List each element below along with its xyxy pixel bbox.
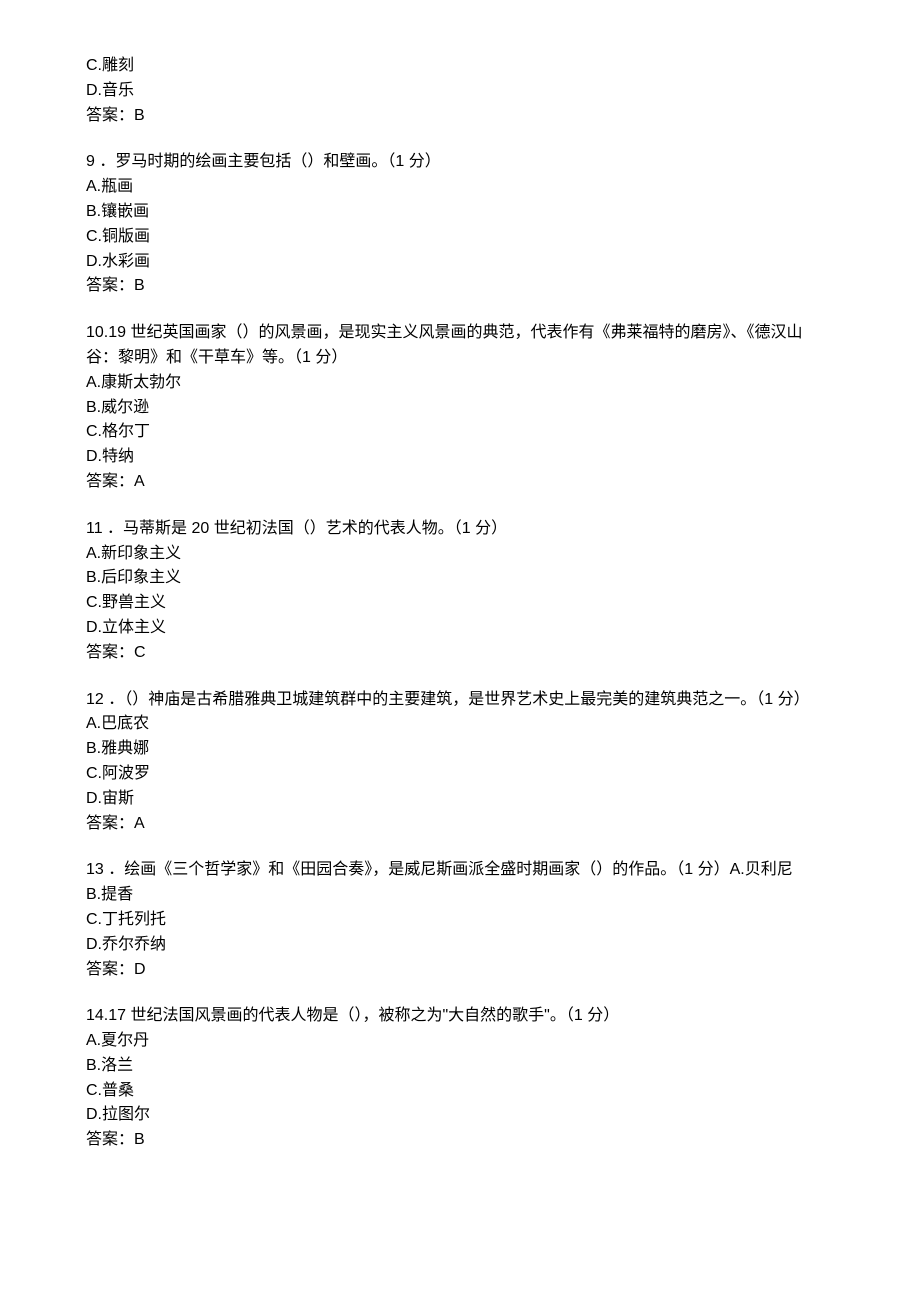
option-b: B.镶嵌画 [86, 200, 834, 225]
question-stem: 10.19 世纪英国画家（）的风景画，是现实主义风景画的典范，代表作有《弗莱福特… [86, 321, 834, 371]
option-b: B.提香 [86, 883, 834, 908]
option-b: B.洛兰 [86, 1054, 834, 1079]
answer-line: 答案：A [86, 470, 834, 495]
option-b: B.后印象主义 [86, 566, 834, 591]
option-c: C.野兽主义 [86, 591, 834, 616]
option-d: D.乔尔乔纳 [86, 933, 834, 958]
question-stem: 12 ．（）神庙是古希腊雅典卫城建筑群中的主要建筑，是世界艺术史上最完美的建筑典… [86, 688, 834, 713]
question-14: 14.17 世纪法国风景画的代表人物是（），被称之为"大自然的歌手"。（1 分）… [86, 1004, 834, 1153]
option-a: A.巴底农 [86, 712, 834, 737]
option-a: A.新印象主义 [86, 542, 834, 567]
question-stem: 11 ．马蒂斯是 20 世纪初法国（）艺术的代表人物。（1 分） [86, 517, 834, 542]
option-d: D.宙斯 [86, 787, 834, 812]
option-d: D.音乐 [86, 79, 834, 104]
answer-line: 答案：B [86, 1128, 834, 1153]
answer-line: 答案：D [86, 958, 834, 983]
question-13: 13 ．绘画《三个哲学家》和《田园合奏》，是威尼斯画派全盛时期画家（）的作品。（… [86, 858, 834, 982]
answer-line: 答案：C [86, 641, 834, 666]
option-b: B.威尔逊 [86, 396, 834, 421]
option-b: B.雅典娜 [86, 737, 834, 762]
option-d: D.拉图尔 [86, 1103, 834, 1128]
answer-line: 答案：A [86, 812, 834, 837]
option-c: C.阿波罗 [86, 762, 834, 787]
option-c: C.格尔丁 [86, 420, 834, 445]
answer-line: 答案：B [86, 274, 834, 299]
option-a: A.瓶画 [86, 175, 834, 200]
question-12: 12 ．（）神庙是古希腊雅典卫城建筑群中的主要建筑，是世界艺术史上最完美的建筑典… [86, 688, 834, 837]
option-d: D.特纳 [86, 445, 834, 470]
option-a: A.康斯太勃尔 [86, 371, 834, 396]
question-stem: 9 ．罗马时期的绘画主要包括（）和壁画。（1 分） [86, 150, 834, 175]
option-c: C.普桑 [86, 1079, 834, 1104]
option-a: A.夏尔丹 [86, 1029, 834, 1054]
question-9: 9 ．罗马时期的绘画主要包括（）和壁画。（1 分） A.瓶画 B.镶嵌画 C.铜… [86, 150, 834, 299]
question-8-partial: C.雕刻 D.音乐 答案：B [86, 54, 834, 128]
question-stem: 13 ．绘画《三个哲学家》和《田园合奏》，是威尼斯画派全盛时期画家（）的作品。（… [86, 858, 834, 883]
question-11: 11 ．马蒂斯是 20 世纪初法国（）艺术的代表人物。（1 分） A.新印象主义… [86, 517, 834, 666]
answer-line: 答案：B [86, 104, 834, 129]
question-stem: 14.17 世纪法国风景画的代表人物是（），被称之为"大自然的歌手"。（1 分） [86, 1004, 834, 1029]
option-c: C.丁托列托 [86, 908, 834, 933]
question-10: 10.19 世纪英国画家（）的风景画，是现实主义风景画的典范，代表作有《弗莱福特… [86, 321, 834, 495]
option-c: C.铜版画 [86, 225, 834, 250]
option-c: C.雕刻 [86, 54, 834, 79]
option-d: D.水彩画 [86, 250, 834, 275]
option-d: D.立体主义 [86, 616, 834, 641]
